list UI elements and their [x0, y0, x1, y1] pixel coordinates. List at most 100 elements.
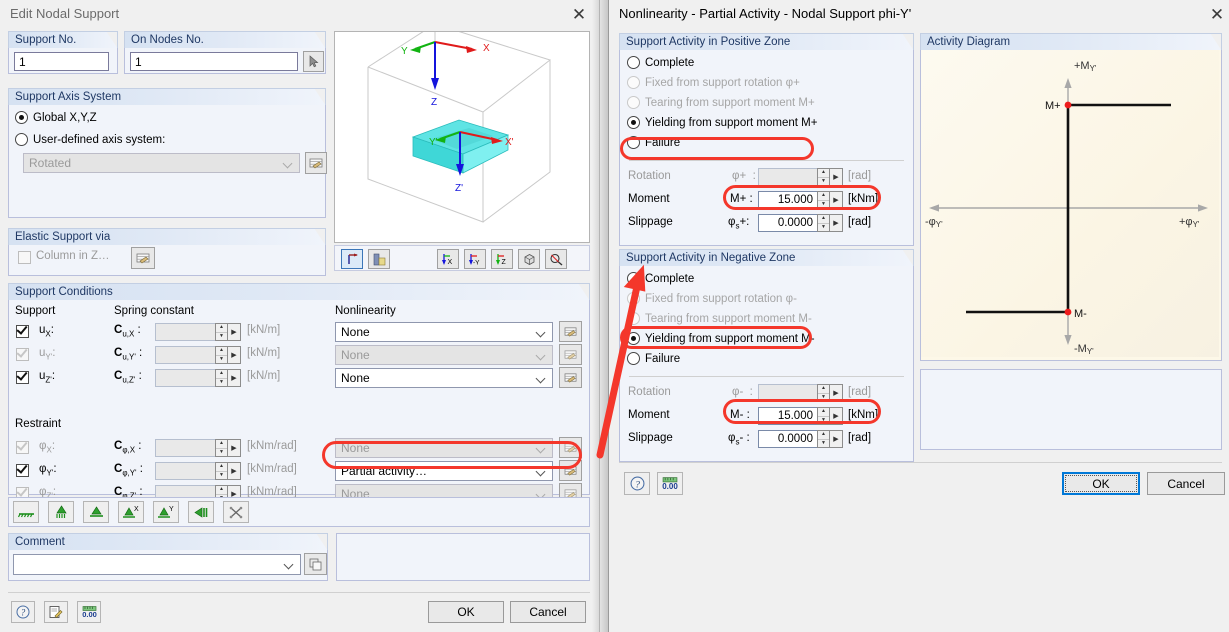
spring-input-uy[interactable]: ▲ ▼ ▶	[155, 346, 241, 364]
isometric-button[interactable]	[518, 249, 540, 269]
spinner-buttons[interactable]: ▲▼	[215, 369, 228, 387]
spinner-buttons[interactable]: ▲▼	[817, 384, 830, 402]
comment-combo[interactable]	[13, 554, 301, 575]
spinner-more-arrow[interactable]: ▶	[228, 369, 241, 387]
support-roller-x-button[interactable]: X	[118, 501, 144, 523]
axis-edit-icon[interactable]	[305, 152, 327, 174]
spinner-more-arrow[interactable]: ▶	[830, 430, 843, 448]
spring-input-ux[interactable]: ▲ ▼ ▶	[155, 323, 241, 341]
spinner-buttons[interactable]: ▲▼	[817, 430, 830, 448]
checkbox-ux[interactable]	[16, 323, 29, 338]
viewport-panel[interactable]: X Y Z X' Y' Z'	[334, 23, 590, 243]
marker-label-m-minus: M-	[1074, 308, 1087, 320]
spinner-more-arrow[interactable]: ▶	[830, 214, 843, 232]
elastic-support-header: Elastic Support via	[8, 228, 326, 245]
left-ok-button[interactable]: OK	[428, 601, 504, 623]
zoom-all-button[interactable]	[545, 249, 567, 269]
help-icon[interactable]: ?	[11, 601, 35, 623]
cube-icon	[524, 253, 534, 265]
radio-neg-complete[interactable]: Complete	[627, 272, 694, 285]
view-z-button[interactable]: Z	[491, 249, 513, 269]
nonlinearity-combo-phix[interactable]: None	[335, 438, 553, 458]
check-tick	[16, 369, 28, 381]
spinner-buttons[interactable]: ▲▼	[817, 214, 830, 232]
support-none-button[interactable]	[223, 501, 249, 523]
nonlinearity-combo-uz[interactable]: None	[335, 368, 553, 388]
checkbox-uy[interactable]	[16, 346, 29, 361]
checkbox-phiy[interactable]	[16, 462, 29, 477]
column-in-z-checkbox[interactable]	[18, 251, 31, 264]
pos-rotation-input[interactable]: ▲ ▼ ▶	[758, 168, 843, 186]
radio-user-axis[interactable]: User-defined axis system:	[15, 133, 165, 146]
spinner-buttons[interactable]: ▲▼	[215, 323, 228, 341]
nonlinearity-edit-phix[interactable]	[559, 437, 582, 458]
spinner-buttons[interactable]: ▲▼	[817, 191, 830, 209]
spinner-more-arrow[interactable]: ▶	[228, 462, 241, 480]
spring-input-uz[interactable]: ▲ ▼ ▶	[155, 369, 241, 387]
left-dialog-title: Edit Nodal Support	[10, 6, 120, 21]
pick-node-icon[interactable]	[303, 51, 324, 72]
spinner-more-arrow[interactable]: ▶	[830, 384, 843, 402]
spinner-buttons[interactable]: ▲▼	[215, 346, 228, 364]
on-nodes-no-input[interactable]: 1	[130, 52, 298, 71]
view-x-button[interactable]: X	[437, 249, 459, 269]
checkbox-phix[interactable]	[16, 439, 29, 454]
spinner-buttons[interactable]: ▲▼	[215, 462, 228, 480]
pos-slippage-input[interactable]: 0.0000 ▲ ▼ ▶	[758, 214, 843, 232]
spinner-buttons[interactable]: ▲▼	[817, 168, 830, 186]
nonlinearity-combo-ux[interactable]: None	[335, 322, 553, 342]
nonlinearity-edit-phiy[interactable]	[559, 460, 582, 481]
view-y-button[interactable]: -Y	[464, 249, 486, 269]
neg-slippage-input[interactable]: 0.0000 ▲ ▼ ▶	[758, 430, 843, 448]
units-icon[interactable]: 0.00	[657, 472, 683, 495]
spinner-more-arrow[interactable]: ▶	[830, 168, 843, 186]
comment-copy-icon[interactable]	[304, 553, 327, 575]
spring-input-phiy[interactable]: ▲ ▼ ▶	[155, 462, 241, 480]
checkbox-uz[interactable]	[16, 369, 29, 384]
neg-moment-input[interactable]: 15.000 ▲ ▼ ▶	[758, 407, 843, 425]
radio-global-axis[interactable]: Global X,Y,Z	[15, 111, 97, 124]
elastic-support-edit-icon[interactable]	[131, 247, 155, 269]
close-icon[interactable]: ✕	[566, 3, 592, 25]
nonlinearity-combo-uy[interactable]: None	[335, 345, 553, 365]
support-free-button[interactable]	[188, 501, 214, 523]
nonlinearity-edit-ux[interactable]	[559, 321, 582, 342]
pos-moment-input[interactable]: 15.000 ▲ ▼ ▶	[758, 191, 843, 209]
units-icon[interactable]: 0.00	[77, 601, 101, 623]
spinner-more-arrow[interactable]: ▶	[830, 191, 843, 209]
nonlinearity-combo-phiy[interactable]: Partial activity…	[335, 461, 553, 481]
chevron-down-icon	[537, 328, 546, 337]
radio-neg-fixed: Fixed from support rotation φ-	[627, 292, 797, 305]
right-cancel-button[interactable]: Cancel	[1147, 472, 1225, 495]
radio-pos-yielding[interactable]: Yielding from support moment M+	[627, 116, 817, 129]
nonlinearity-edit-uz[interactable]	[559, 367, 582, 388]
spinner-more-arrow[interactable]: ▶	[228, 346, 241, 364]
spinner-more-arrow[interactable]: ▶	[830, 407, 843, 425]
spring-input-phix[interactable]: ▲ ▼ ▶	[155, 439, 241, 457]
radio-pos-complete[interactable]: Complete	[627, 56, 694, 69]
radio-pos-failure[interactable]: Failure	[627, 136, 680, 149]
rotated-combo[interactable]: Rotated	[23, 153, 300, 173]
support-roller-button[interactable]	[83, 501, 109, 523]
radio-neg-failure[interactable]: Failure	[627, 352, 680, 365]
spinner-buttons[interactable]: ▲▼	[817, 407, 830, 425]
show-axes-button[interactable]	[341, 249, 363, 269]
support-roller-y-button[interactable]: Y	[153, 501, 179, 523]
radio-neg-yielding[interactable]: Yielding from support moment M-	[627, 332, 815, 345]
support-hinged-button[interactable]	[48, 501, 74, 523]
spinner-more-arrow[interactable]: ▶	[228, 323, 241, 341]
help-icon[interactable]: ?	[624, 472, 650, 495]
activity-diagram-plot[interactable]: +MY' -MY' -φY' +φY' M+ M-	[921, 50, 1219, 357]
right-ok-button[interactable]: OK	[1062, 472, 1140, 495]
support-fixed-button[interactable]	[13, 501, 39, 523]
spinner-more-arrow[interactable]: ▶	[228, 439, 241, 457]
show-planes-button[interactable]	[368, 249, 390, 269]
pencil-icon[interactable]	[44, 601, 68, 623]
support-no-input[interactable]: 1	[14, 52, 109, 71]
activity-diagram-header: Activity Diagram	[920, 33, 1222, 50]
left-cancel-button[interactable]: Cancel	[510, 601, 586, 623]
spinner-buttons[interactable]: ▲▼	[215, 439, 228, 457]
neg-rotation-input[interactable]: ▲ ▼ ▶	[758, 384, 843, 402]
nonlinearity-edit-uy[interactable]	[559, 344, 582, 365]
close-icon[interactable]: ✕	[1204, 3, 1229, 25]
